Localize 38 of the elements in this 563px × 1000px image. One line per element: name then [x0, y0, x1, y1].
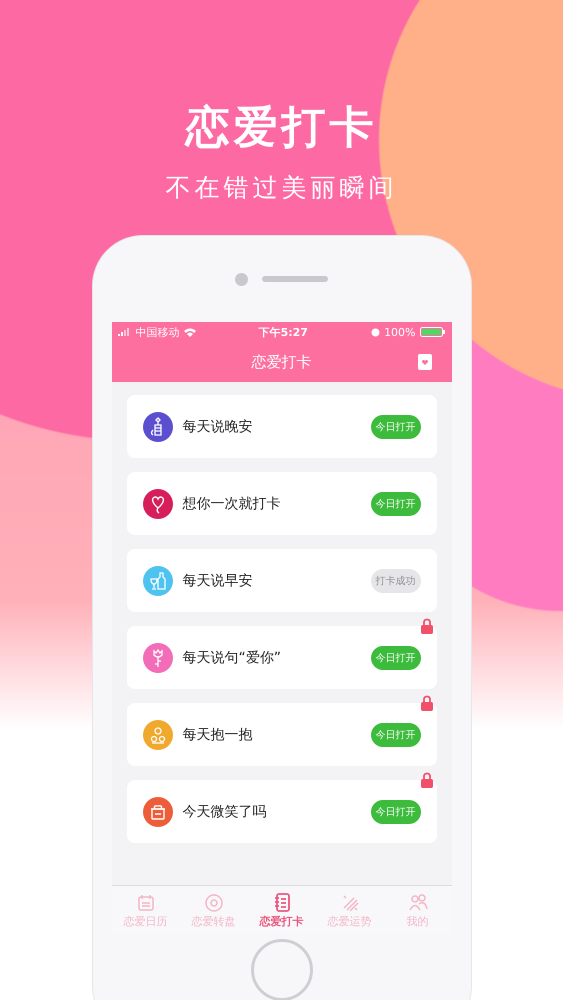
disc-icon	[204, 892, 224, 912]
checkin-button[interactable]: 今日打开	[370, 722, 420, 746]
tab-item[interactable]: 恋爱转盘	[180, 892, 248, 928]
battery-icon	[420, 327, 446, 337]
checkin-card[interactable]: 今天微笑了吗 今日打开	[126, 780, 436, 843]
headline: 恋爱打卡	[186, 101, 378, 155]
checkin-button[interactable]: 今日打开	[370, 492, 420, 516]
checkin-button[interactable]: 今日打开	[370, 800, 420, 824]
battery-percent: 100%	[384, 326, 416, 338]
tab-item[interactable]: 恋爱打卡	[248, 892, 316, 928]
carrier-name: 中国移动	[136, 324, 180, 340]
signal-icon	[118, 328, 132, 336]
checkin-title: 每天说早安	[182, 572, 254, 590]
home-button[interactable]	[250, 939, 312, 1000]
checkin-title: 每天抱一抱	[182, 726, 254, 744]
checkin-card[interactable]: 每天抱一抱 今日打开	[126, 703, 436, 766]
checkin-button[interactable]: 打卡成功	[370, 568, 420, 592]
checkin-card[interactable]: 每天说晚安 今日打开	[126, 395, 436, 458]
tab-item[interactable]: 恋爱运势	[316, 892, 384, 928]
clock-time: 下午5:27	[258, 324, 308, 340]
checkin-button[interactable]: 今日打开	[370, 646, 420, 670]
checkin-title: 想你一次就打卡	[182, 494, 282, 512]
camera-dot	[235, 272, 248, 286]
tab-item[interactable]: 恋爱日历	[112, 892, 180, 928]
wifi-icon	[184, 328, 196, 336]
heart-note-icon[interactable]	[418, 354, 432, 370]
speaker-slot	[262, 276, 328, 282]
nav-title: 恋爱打卡	[252, 352, 312, 372]
checkin-title: 每天说晚安	[182, 418, 254, 436]
people-icon	[408, 892, 428, 912]
checkin-title: 每天说句“爱你”	[182, 648, 282, 666]
checkin-title: 今天微笑了吗	[182, 802, 268, 820]
tagline: 不在错过美丽瞬间	[166, 172, 398, 204]
tab-item[interactable]: 我的	[384, 892, 452, 928]
checkin-button[interactable]: 今日打开	[370, 414, 420, 438]
checkin-card[interactable]: 每天说句“爱你” 今日打开	[126, 626, 436, 689]
checkin-card[interactable]: 想你一次就打卡 今日打开	[126, 472, 436, 535]
checkin-card[interactable]: 每天说早安 打卡成功	[126, 549, 436, 612]
